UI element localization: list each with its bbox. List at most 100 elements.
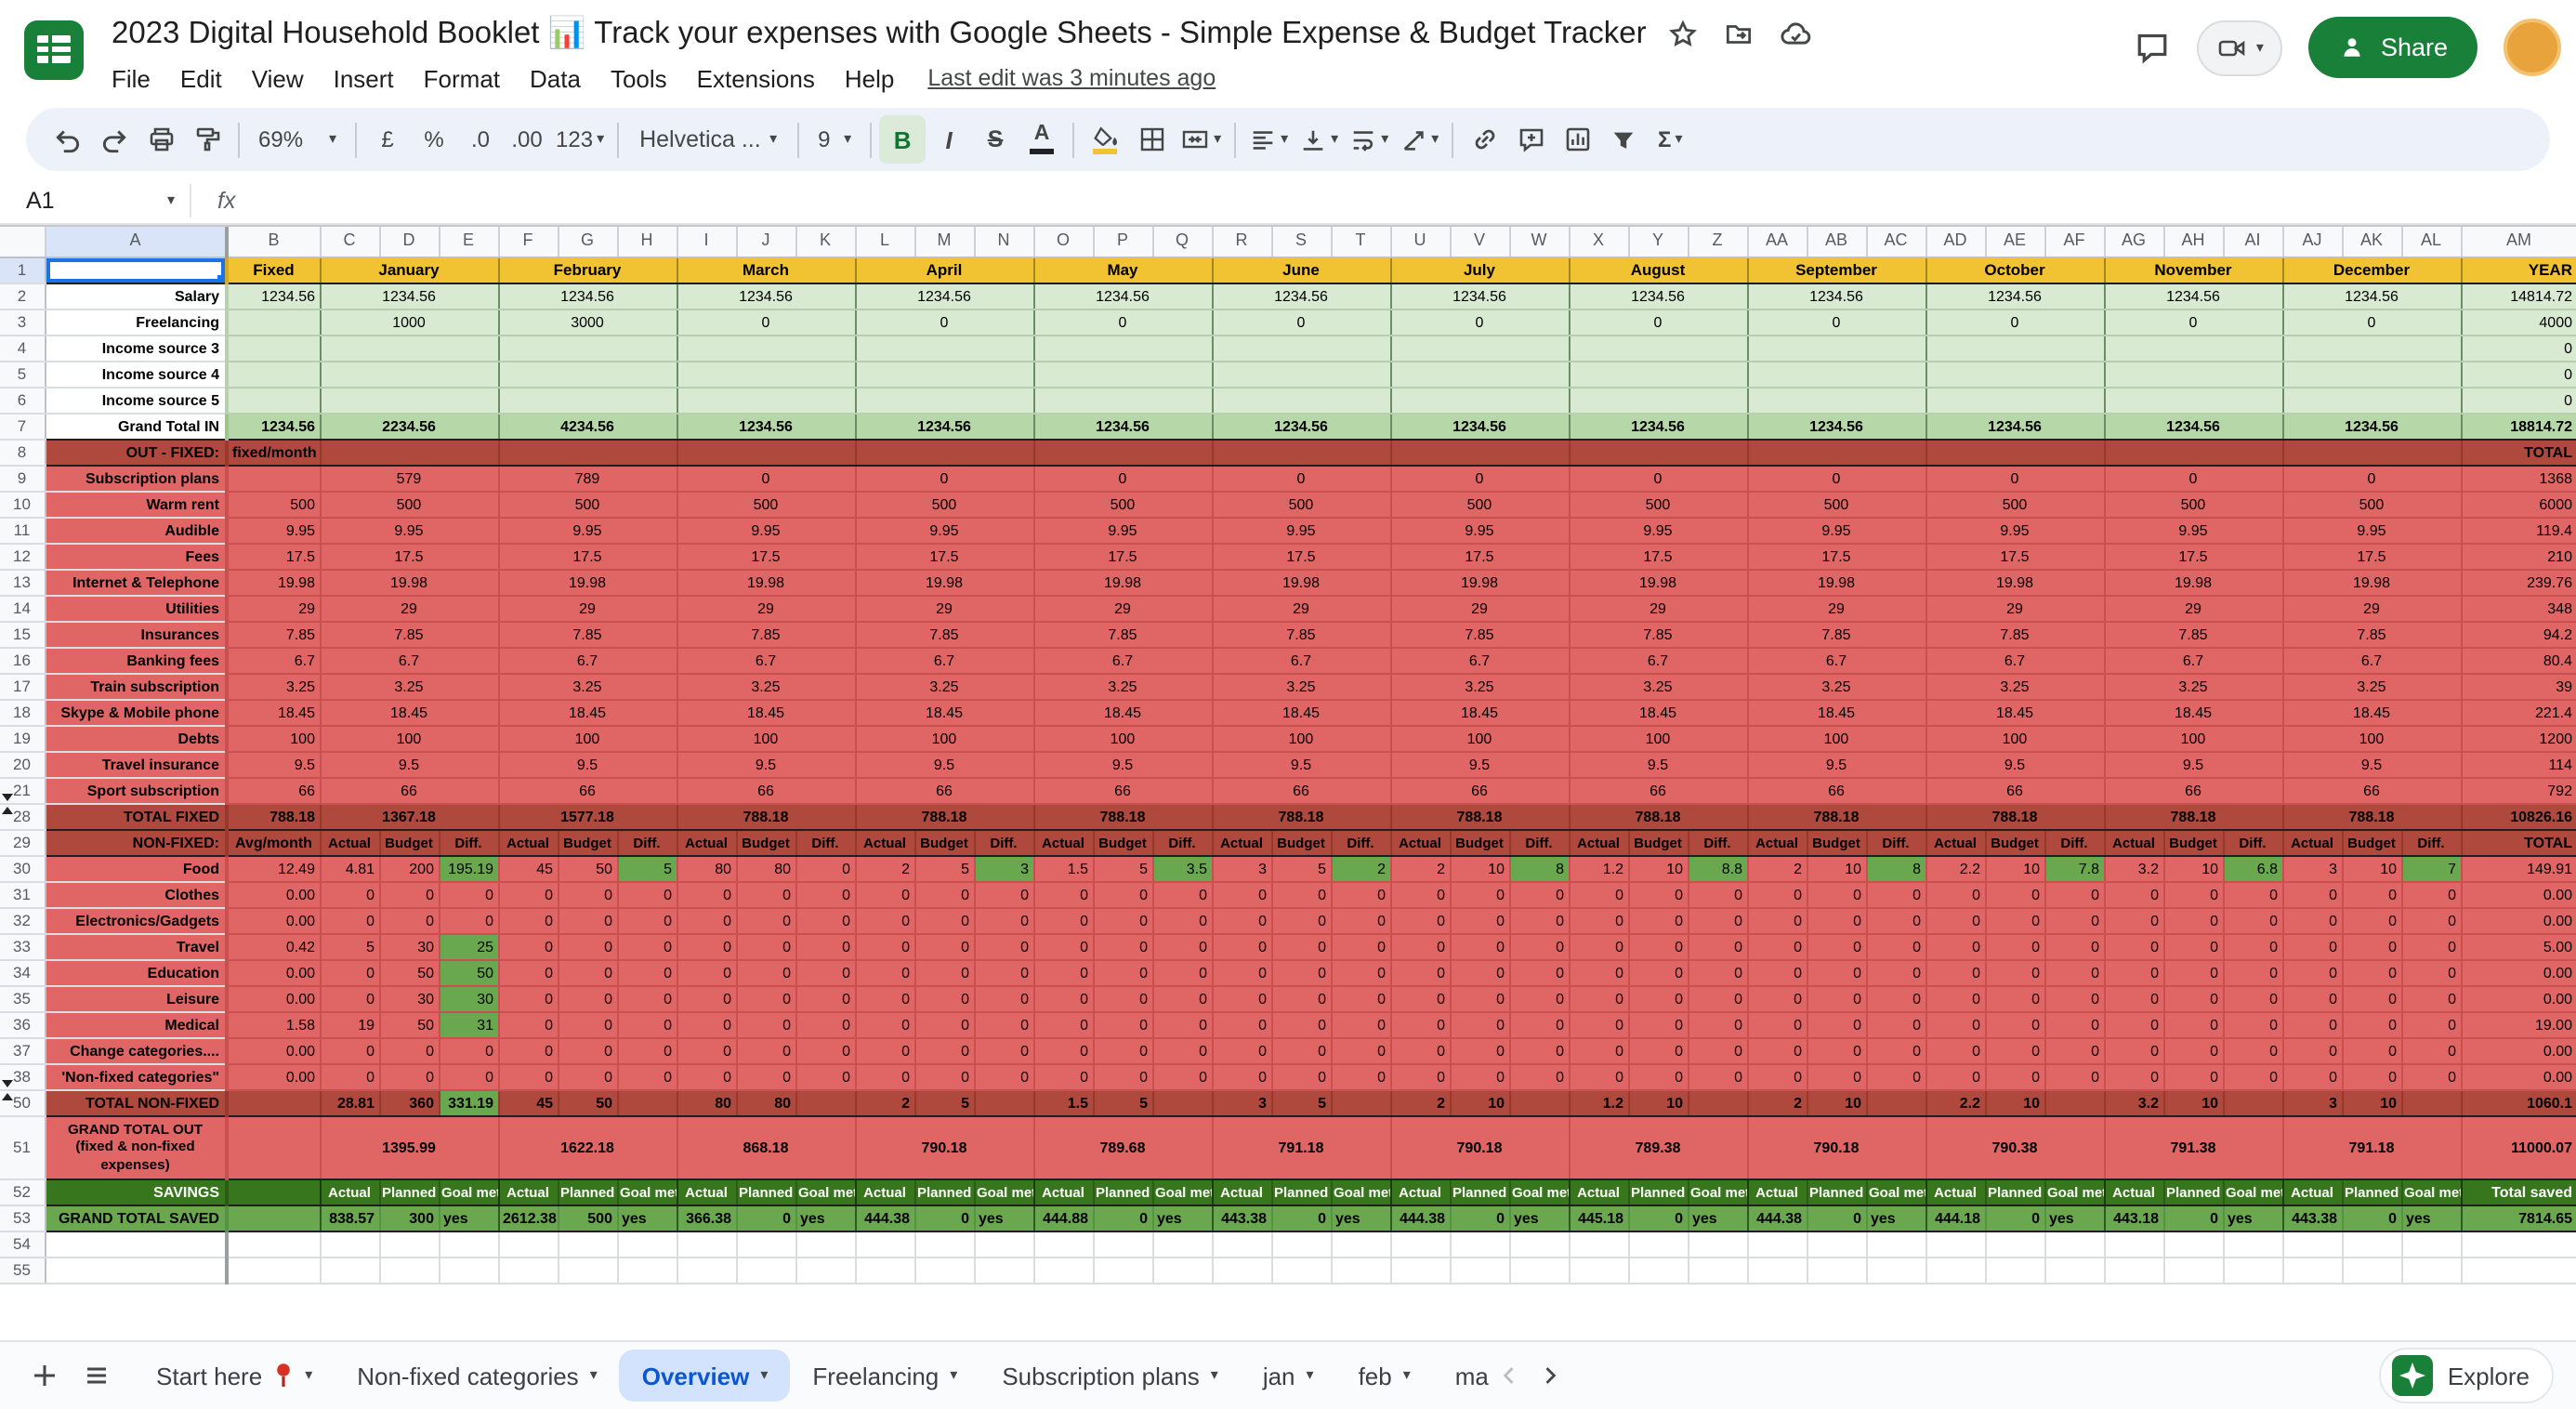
cell-AJ36[interactable]: 0 [2282, 1011, 2342, 1037]
cell-B32[interactable]: 0.00 [227, 907, 320, 933]
cell-AK50[interactable]: 10 [2342, 1089, 2401, 1115]
cloud-status-button[interactable] [1777, 15, 1814, 52]
cell-H52[interactable]: Goal met [617, 1179, 677, 1205]
cell-C29[interactable]: Actual [320, 829, 379, 855]
cell-F9[interactable]: 789 [498, 465, 677, 491]
cell-AM54[interactable] [2461, 1231, 2576, 1257]
fill-color-button[interactable] [1082, 115, 1128, 164]
cell-A36[interactable]: Medical [45, 1011, 227, 1037]
cell-AD19[interactable]: 100 [1925, 725, 2104, 751]
cell-T38[interactable]: 0 [1331, 1063, 1390, 1089]
cell-AG15[interactable]: 7.85 [2104, 621, 2282, 647]
cell-AH34[interactable]: 0 [2163, 959, 2223, 985]
cell-AD30[interactable]: 2.2 [1925, 855, 1985, 881]
cell-I9[interactable]: 0 [677, 465, 855, 491]
cell-X6[interactable] [1569, 387, 1747, 413]
cell-AG51[interactable]: 791.38 [2104, 1115, 2282, 1179]
cell-AJ55[interactable] [2282, 1257, 2342, 1283]
cell-F2[interactable]: 1234.56 [498, 283, 677, 309]
cell-B50[interactable] [227, 1089, 320, 1115]
column-header-B[interactable]: B [227, 227, 320, 257]
cell-J55[interactable] [736, 1257, 795, 1283]
cell-E37[interactable]: 0 [439, 1037, 498, 1063]
cell-AA31[interactable]: 0 [1747, 881, 1807, 907]
cell-I30[interactable]: 80 [677, 855, 736, 881]
cell-V34[interactable]: 0 [1450, 959, 1509, 985]
cell-R9[interactable]: 0 [1212, 465, 1390, 491]
cell-C32[interactable]: 0 [320, 907, 379, 933]
cell-A5[interactable]: Income source 4 [45, 361, 227, 387]
row-header-2[interactable]: 2 [0, 283, 45, 309]
cell-AH29[interactable]: Budget [2163, 829, 2223, 855]
cell-AG35[interactable]: 0 [2104, 985, 2163, 1011]
cell-AC53[interactable]: yes [1866, 1205, 1925, 1231]
cell-AD11[interactable]: 9.95 [1925, 517, 2104, 543]
cell-U16[interactable]: 6.7 [1390, 647, 1569, 673]
cell-O3[interactable]: 0 [1033, 309, 1212, 335]
cell-AE31[interactable]: 0 [1985, 881, 2044, 907]
cell-Y29[interactable]: Budget [1628, 829, 1688, 855]
bold-button[interactable]: B [879, 115, 926, 164]
share-button[interactable]: Share [2308, 17, 2477, 78]
cell-X29[interactable]: Actual [1569, 829, 1628, 855]
cell-I4[interactable] [677, 335, 855, 361]
row-header-14[interactable]: 14 [0, 595, 45, 621]
cell-C33[interactable]: 5 [320, 933, 379, 959]
cell-A18[interactable]: Skype & Mobile phone [45, 699, 227, 725]
cell-X37[interactable]: 0 [1569, 1037, 1628, 1063]
cell-Y53[interactable]: 0 [1628, 1205, 1688, 1231]
cell-AK29[interactable]: Budget [2342, 829, 2401, 855]
cell-G29[interactable]: Budget [558, 829, 617, 855]
cell-Z32[interactable]: 0 [1688, 907, 1747, 933]
cell-AE52[interactable]: Planned [1985, 1179, 2044, 1205]
cell-L38[interactable]: 0 [855, 1063, 914, 1089]
cell-S31[interactable]: 0 [1271, 881, 1331, 907]
cell-AD29[interactable]: Actual [1925, 829, 1985, 855]
cell-H54[interactable] [617, 1231, 677, 1257]
cell-AJ15[interactable]: 7.85 [2282, 621, 2461, 647]
cell-Y55[interactable] [1628, 1257, 1688, 1283]
meet-button[interactable]: ▾ [2197, 20, 2282, 75]
cell-AD34[interactable]: 0 [1925, 959, 1985, 985]
cell-F55[interactable] [498, 1257, 558, 1283]
cell-AB55[interactable] [1807, 1257, 1866, 1283]
cell-P52[interactable]: Planned [1093, 1179, 1152, 1205]
cell-X2[interactable]: 1234.56 [1569, 283, 1747, 309]
cell-A55[interactable] [45, 1257, 227, 1283]
cell-AM34[interactable]: 0.00 [2461, 959, 2576, 985]
cell-AL38[interactable]: 0 [2401, 1063, 2461, 1089]
row-header-28[interactable]: 28 [0, 803, 45, 829]
cell-V50[interactable]: 10 [1450, 1089, 1509, 1115]
cell-AJ37[interactable]: 0 [2282, 1037, 2342, 1063]
increase-decimal-button[interactable]: .00 [504, 115, 550, 164]
cell-O19[interactable]: 100 [1033, 725, 1212, 751]
cell-T50[interactable] [1331, 1089, 1390, 1115]
cell-C37[interactable]: 0 [320, 1037, 379, 1063]
column-header-AK[interactable]: AK [2342, 227, 2401, 257]
cell-U51[interactable]: 790.18 [1390, 1115, 1569, 1179]
cell-U52[interactable]: Actual [1390, 1179, 1450, 1205]
row-header-6[interactable]: 6 [0, 387, 45, 413]
column-header-W[interactable]: W [1509, 227, 1569, 257]
cell-I33[interactable]: 0 [677, 933, 736, 959]
cell-C18[interactable]: 18.45 [320, 699, 498, 725]
cell-J33[interactable]: 0 [736, 933, 795, 959]
cell-AG37[interactable]: 0 [2104, 1037, 2163, 1063]
cell-AJ10[interactable]: 500 [2282, 491, 2461, 517]
cell-R14[interactable]: 29 [1212, 595, 1390, 621]
cell-H34[interactable]: 0 [617, 959, 677, 985]
cell-M33[interactable]: 0 [914, 933, 974, 959]
cell-E53[interactable]: yes [439, 1205, 498, 1231]
cell-AD9[interactable]: 0 [1925, 465, 2104, 491]
cell-R30[interactable]: 3 [1212, 855, 1271, 881]
row-header-30[interactable]: 30 [0, 855, 45, 881]
cell-AE37[interactable]: 0 [1985, 1037, 2044, 1063]
column-header-Z[interactable]: Z [1688, 227, 1747, 257]
cell-Z38[interactable]: 0 [1688, 1063, 1747, 1089]
cell-AA19[interactable]: 100 [1747, 725, 1925, 751]
column-header-V[interactable]: V [1450, 227, 1509, 257]
cell-S30[interactable]: 5 [1271, 855, 1331, 881]
cell-F28[interactable]: 1577.18 [498, 803, 677, 829]
comment-history-button[interactable] [2134, 29, 2171, 66]
cell-Z50[interactable] [1688, 1089, 1747, 1115]
